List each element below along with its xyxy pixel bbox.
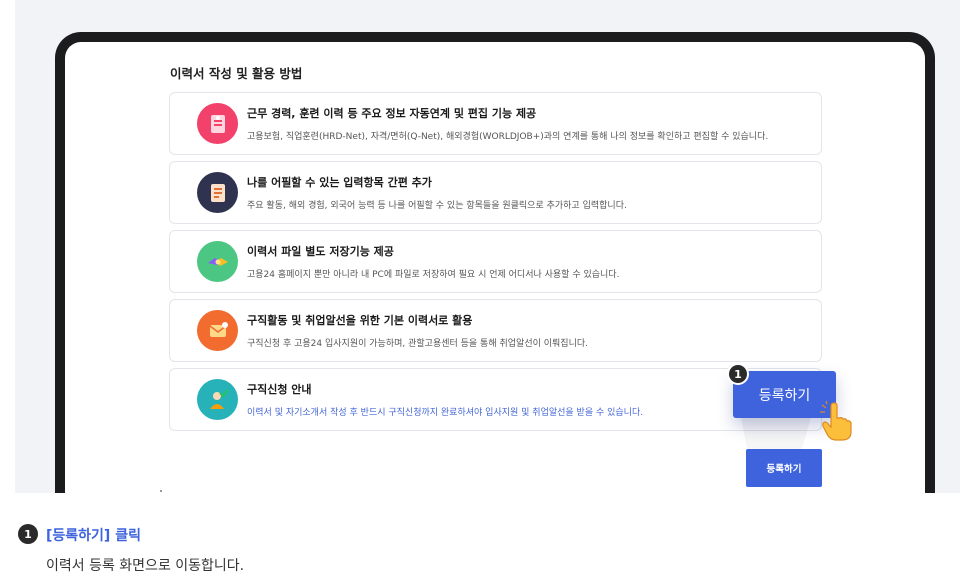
feature-card-basic-resume: 구직활동 및 취업알선을 위한 기본 이력서로 활용 구직신청 후 고용24 입… xyxy=(169,299,822,362)
divider-dot xyxy=(160,490,162,492)
notebook-icon xyxy=(197,172,238,213)
device-frame: 이력서 작성 및 활용 방법 근무 경력, 훈련 이력 등 주요 정보 자동연계… xyxy=(55,32,935,493)
feature-title: 나를 어필할 수 있는 입력항목 간편 추가 xyxy=(247,176,432,189)
feature-card-easy-add: 나를 어필할 수 있는 입력항목 간편 추가 주요 활동, 해외 경험, 외국어… xyxy=(169,161,822,224)
person-check-icon xyxy=(197,379,238,420)
feature-desc: 구직신청 후 고용24 입사지원이 가능하며, 관할고용센터 등을 통해 취업알… xyxy=(247,339,589,349)
feature-list: 근무 경력, 훈련 이력 등 주요 정보 자동연계 및 편집 기능 제공 고용보… xyxy=(169,92,822,437)
mail-icon xyxy=(197,310,238,351)
handshake-icon xyxy=(197,241,238,282)
device-screen: 이력서 작성 및 활용 방법 근무 경력, 훈련 이력 등 주요 정보 자동연계… xyxy=(65,42,925,493)
feature-desc: 고용보험, 직업훈련(HRD-Net), 자격/면허(Q-Net), 해외경험(… xyxy=(247,132,769,142)
feature-desc: 주요 활동, 해외 경험, 외국어 능력 등 나를 어필할 수 있는 항목들을 … xyxy=(247,201,627,211)
feature-title: 구직활동 및 취업알선을 위한 기본 이력서로 활용 xyxy=(247,314,473,327)
step-badge: 1 xyxy=(727,363,749,385)
feature-desc: 이력서 및 자기소개서 작성 후 반드시 구직신청까지 완료하셔야 입사지원 및… xyxy=(247,408,644,418)
instruction-desc: 이력서 등록 화면으로 이동합니다. xyxy=(46,558,245,574)
instruction-title: [등록하기] 클릭 xyxy=(46,528,141,544)
pointing-hand-icon xyxy=(817,400,861,444)
section-title: 이력서 작성 및 활용 방법 xyxy=(170,66,303,81)
feature-card-file-save: 이력서 파일 별도 저장기능 제공 고용24 홈페이지 뿐만 아니라 내 PC에… xyxy=(169,230,822,293)
register-button[interactable]: 등록하기 xyxy=(746,449,822,487)
feature-title: 구직신청 안내 xyxy=(247,383,312,396)
feature-card-auto-link: 근무 경력, 훈련 이력 등 주요 정보 자동연계 및 편집 기능 제공 고용보… xyxy=(169,92,822,155)
screenshot-area: 이력서 작성 및 활용 방법 근무 경력, 훈련 이력 등 주요 정보 자동연계… xyxy=(15,0,960,493)
feature-desc: 고용24 홈페이지 뿐만 아니라 내 PC에 파일로 저장하여 필요 시 언제 … xyxy=(247,270,620,280)
feature-title: 이력서 파일 별도 저장기능 제공 xyxy=(247,245,394,258)
feature-title: 근무 경력, 훈련 이력 등 주요 정보 자동연계 및 편집 기능 제공 xyxy=(247,107,537,120)
instruction-number-badge: 1 xyxy=(18,524,38,544)
document-icon xyxy=(197,103,238,144)
feature-card-job-application: 구직신청 안내 이력서 및 자기소개서 작성 후 반드시 구직신청까지 완료하셔… xyxy=(169,368,822,431)
